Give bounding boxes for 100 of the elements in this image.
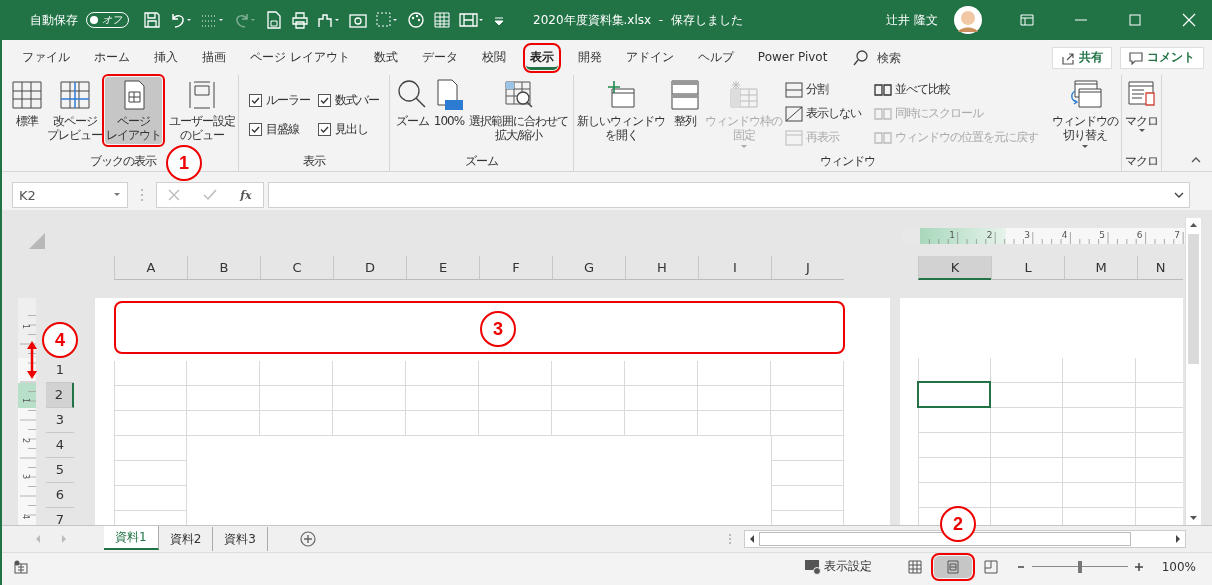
row-header[interactable]: 2 — [46, 383, 74, 408]
spreadsheet-cell[interactable] — [1063, 408, 1137, 433]
spreadsheet-cell[interactable] — [698, 411, 771, 436]
spreadsheet-cell[interactable] — [114, 411, 187, 436]
checkbox[interactable] — [249, 123, 262, 136]
spreadsheet-cell[interactable] — [771, 461, 844, 486]
selection-icon[interactable] — [375, 11, 399, 29]
search-field[interactable]: 検索 — [875, 49, 940, 66]
comment-button[interactable]: コメント — [1120, 46, 1204, 69]
spreadsheet-cell[interactable] — [1063, 358, 1137, 383]
column-header[interactable]: N — [1137, 256, 1183, 280]
ribbon-tab[interactable]: 数式 — [369, 45, 402, 70]
zoom-slider-thumb[interactable] — [1078, 560, 1082, 573]
spreadsheet-cell[interactable] — [187, 386, 260, 411]
spreadsheet-cell[interactable] — [918, 408, 991, 433]
sheet-tab[interactable]: 資料1 — [104, 526, 159, 550]
ribbon-tab[interactable]: ヘルプ — [693, 45, 738, 70]
avatar[interactable] — [954, 6, 982, 34]
document-icon[interactable] — [265, 11, 283, 29]
column-header[interactable]: J — [771, 256, 844, 280]
spreadsheet-cell[interactable] — [771, 361, 844, 386]
spreadsheet-cell[interactable] — [771, 411, 844, 436]
cancel-icon[interactable] — [168, 189, 181, 201]
spreadsheet-cell[interactable] — [187, 361, 260, 386]
spreadsheet-cell[interactable] — [990, 408, 1064, 433]
table-icon[interactable] — [433, 11, 451, 29]
close-icon[interactable] — [1182, 13, 1196, 27]
sheet-tab[interactable]: 資料3 — [213, 527, 268, 551]
spreadsheet-cell[interactable] — [333, 411, 406, 436]
horizontal-scrollbar[interactable] — [744, 530, 1186, 548]
spreadsheet-cell[interactable] — [990, 433, 1064, 458]
column-header[interactable]: M — [1064, 256, 1137, 280]
film-strip-icon[interactable] — [459, 11, 485, 29]
spreadsheet-cell[interactable] — [625, 411, 698, 436]
view-button[interactable]: 改ページ プレビュー — [46, 77, 103, 144]
row-header[interactable]: 5 — [46, 458, 74, 483]
ribbon-tab[interactable]: ページ レイアウト — [246, 45, 354, 70]
column-header[interactable]: B — [187, 256, 260, 280]
printer-icon[interactable] — [291, 11, 309, 29]
spreadsheet-cell[interactable] — [918, 433, 991, 458]
spreadsheet-cell[interactable] — [479, 411, 552, 436]
spreadsheet-cell[interactable] — [1063, 483, 1137, 508]
spreadsheet-cell[interactable] — [114, 486, 187, 511]
ribbon-tab[interactable]: ホーム — [90, 45, 134, 70]
macro-button[interactable]: マクロ — [1124, 77, 1159, 136]
spreadsheet-cell[interactable] — [771, 386, 844, 411]
spreadsheet-cell[interactable] — [333, 386, 406, 411]
window-option[interactable]: 分割 — [785, 79, 861, 100]
row-header[interactable]: 3 — [46, 408, 74, 433]
name-box[interactable]: K2 — [12, 182, 128, 208]
row-header[interactable]: 6 — [46, 483, 74, 508]
checkbox-label[interactable]: 目盛線 — [266, 121, 299, 138]
zoom-button[interactable]: 100% — [432, 77, 466, 130]
ribbon-tab[interactable]: 描画 — [198, 45, 230, 70]
zoom-level[interactable]: 100% — [1150, 559, 1196, 574]
spreadsheet-cell[interactable] — [1063, 433, 1137, 458]
chart-icon[interactable] — [317, 11, 341, 29]
window-button[interactable]: 整列 — [668, 77, 702, 130]
ribbon-tab[interactable]: データ — [417, 45, 462, 70]
palette-icon[interactable] — [407, 11, 425, 29]
window-option[interactable]: 表示しない — [785, 103, 861, 124]
spreadsheet-cell[interactable] — [990, 383, 1064, 408]
ribbon-display-icon[interactable] — [1020, 13, 1034, 27]
switch-windows-button[interactable]: ウィンドウの 切り替え — [1051, 77, 1119, 152]
spreadsheet-cell[interactable] — [918, 458, 991, 483]
spreadsheet-cell[interactable] — [990, 483, 1064, 508]
formula-input[interactable] — [268, 182, 1190, 208]
view-button[interactable]: ユーザー設定 のビュー — [168, 77, 236, 144]
spreadsheet-cell[interactable] — [406, 361, 479, 386]
column-header[interactable]: H — [625, 256, 698, 280]
vertical-scrollbar[interactable] — [1185, 218, 1201, 525]
check-icon[interactable] — [203, 189, 218, 201]
ribbon-tab[interactable]: 開発 — [573, 45, 606, 70]
window-button[interactable]: 新しいウィンドウ を開く — [576, 77, 666, 144]
spreadsheet-cell[interactable] — [260, 411, 333, 436]
spreadsheet-cell[interactable] — [260, 361, 333, 386]
ribbon-tab[interactable]: Power Pivot — [753, 47, 832, 68]
ribbon-tab[interactable]: アドイン — [621, 45, 678, 70]
spreadsheet-cell[interactable] — [552, 411, 625, 436]
row-header[interactable]: 4 — [46, 433, 74, 458]
maximize-icon[interactable] — [1128, 13, 1142, 27]
checkbox-label[interactable]: ルーラー — [266, 92, 310, 109]
ribbon-tab[interactable]: ファイル — [18, 45, 74, 70]
column-header[interactable]: I — [698, 256, 771, 280]
column-header[interactable]: K — [918, 256, 991, 280]
column-header[interactable]: C — [260, 256, 333, 280]
spreadsheet-cell[interactable] — [406, 411, 479, 436]
spreadsheet-cell[interactable] — [625, 361, 698, 386]
ribbon-tab[interactable]: 校閲 — [477, 45, 510, 70]
spreadsheet-cell[interactable] — [114, 461, 187, 486]
grip-icon[interactable] — [728, 533, 732, 545]
spreadsheet-cell[interactable] — [406, 386, 479, 411]
spreadsheet-cell[interactable] — [114, 361, 187, 386]
camera-icon[interactable] — [349, 11, 367, 29]
column-header[interactable]: D — [333, 256, 406, 280]
column-header[interactable]: A — [114, 256, 187, 280]
ribbon-tab[interactable]: 表示 — [525, 45, 558, 70]
search-icon[interactable] — [853, 49, 870, 66]
select-all-icon[interactable] — [28, 232, 46, 250]
collapse-ribbon-icon[interactable] — [1190, 155, 1202, 165]
